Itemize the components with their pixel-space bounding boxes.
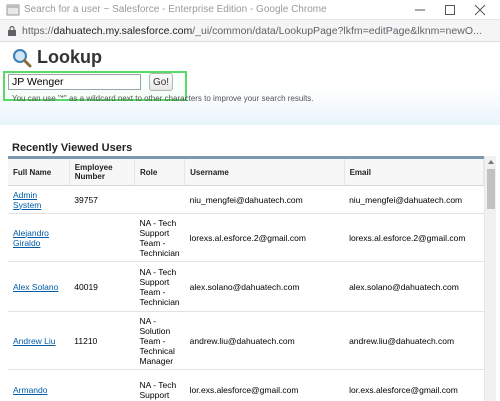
go-button[interactable]: Go! <box>149 73 173 91</box>
search-input[interactable] <box>8 74 141 90</box>
role: NA - Tech Support Team - Technician <box>134 213 185 262</box>
scroll-up-arrow-icon[interactable] <box>485 156 497 168</box>
employee-number: 11210 <box>69 311 135 370</box>
username: lorexs.al.esforce.2@gmail.com <box>184 213 345 262</box>
employee-number: 40019 <box>69 261 135 312</box>
users-table-container: Full Name Employee Number Role Username … <box>8 156 484 401</box>
address-bar[interactable]: https://dahuatech.my.salesforce.com/_ui/… <box>0 20 500 42</box>
scrollbar-thumb[interactable] <box>487 169 495 209</box>
lock-icon <box>8 25 16 36</box>
user-name-link[interactable]: Armando <box>13 385 48 395</box>
table-row: Alejandro Giraldo NA - Tech Support Team… <box>8 213 484 262</box>
table-row: Alex Solano 40019 NA - Tech Support Team… <box>8 261 484 312</box>
email: alex.solano@dahuatech.com <box>344 261 484 312</box>
role: NA - Tech Support <box>134 369 185 401</box>
user-name-link[interactable]: Admin System <box>13 190 41 210</box>
employee-number: 39757 <box>69 185 135 214</box>
email: lorexs.al.esforce.2@gmail.com <box>344 213 484 262</box>
col-full-name[interactable]: Full Name <box>8 159 70 186</box>
role <box>134 185 185 214</box>
user-name-link[interactable]: Alex Solano <box>13 282 58 292</box>
vertical-scrollbar[interactable] <box>484 156 496 401</box>
table-header-row: Full Name Employee Number Role Username … <box>8 159 484 186</box>
table-row: Admin System 39757 niu_mengfei@dahuatech… <box>8 185 484 214</box>
close-icon[interactable] <box>466 0 494 20</box>
wildcard-hint: You can use "*" as a wildcard next to ot… <box>12 94 314 103</box>
col-employee-number[interactable]: Employee Number <box>69 159 135 186</box>
user-name-link[interactable]: Andrew Liu <box>13 336 56 346</box>
email: niu_mengfei@dahuatech.com <box>344 185 484 214</box>
username: andrew.liu@dahuatech.com <box>184 311 345 370</box>
minimize-icon[interactable] <box>406 0 434 20</box>
email: andrew.liu@dahuatech.com <box>344 311 484 370</box>
lookup-page: Lookup Go! You can use "*" as a wildcard… <box>0 43 500 401</box>
col-email[interactable]: Email <box>344 159 484 186</box>
username: niu_mengfei@dahuatech.com <box>184 185 345 214</box>
email: lor.exs.alesforce@gmail.com <box>344 369 484 401</box>
window-titlebar: Search for a user ~ Salesforce - Enterpr… <box>0 0 500 20</box>
role: NA - Solution Team - Technical Manager <box>134 311 185 370</box>
username: lor.exs.alesforce@gmail.com <box>184 369 345 401</box>
col-username[interactable]: Username <box>184 159 345 186</box>
table-row: Andrew Liu 11210 NA - Solution Team - Te… <box>8 311 484 370</box>
users-table: Full Name Employee Number Role Username … <box>8 159 484 401</box>
username: alex.solano@dahuatech.com <box>184 261 345 312</box>
page-title: Lookup <box>37 47 102 67</box>
window-title: Search for a user ~ Salesforce - Enterpr… <box>24 4 327 15</box>
url-protocol: https:// <box>22 25 54 37</box>
section-title: Recently Viewed Users <box>12 142 133 154</box>
table-row: Armando NA - Tech Support lor.exs.alesfo… <box>8 369 484 401</box>
url-path: /_ui/common/data/LookupPage?lkfm=editPag… <box>192 25 482 37</box>
col-role[interactable]: Role <box>134 159 186 186</box>
url-host: dahuatech.my.salesforce.com <box>53 25 193 37</box>
url-text[interactable]: https://dahuatech.my.salesforce.com/_ui/… <box>22 25 482 37</box>
magnifier-icon <box>13 49 32 68</box>
user-name-link[interactable]: Alejandro Giraldo <box>13 228 49 248</box>
employee-number <box>69 369 135 401</box>
employee-number <box>69 213 135 262</box>
role: NA - Tech Support Team - Technician <box>134 261 185 312</box>
maximize-icon[interactable] <box>436 0 464 20</box>
chrome-app-icon <box>6 4 20 16</box>
